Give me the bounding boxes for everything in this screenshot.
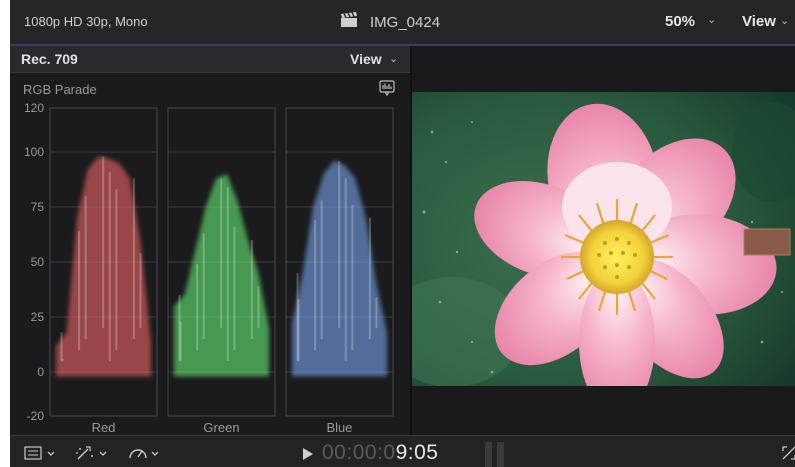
y-tick-label: 0 (37, 365, 44, 379)
format-label[interactable]: 1080p HD 30p, Mono (24, 14, 148, 29)
rgb-parade-chart: 120 100 75 50 25 0 -20 Red Green Blue (24, 101, 394, 435)
final-cut-viewer: 1080p HD 30p, Mono IMG_0424 50% ⌄ View ⌄… (10, 0, 795, 467)
viewer-canvas[interactable] (412, 46, 795, 435)
fullscreen-icon[interactable] (782, 446, 795, 465)
clip-title-group: IMG_0424 (340, 10, 440, 34)
timecode-value: 9:05 (395, 441, 439, 464)
clapperboard-icon (340, 11, 358, 33)
timecode-display[interactable]: 00:00:09:05 (322, 441, 438, 465)
clip-frame-image (412, 92, 795, 386)
video-scope-panel: Rec. 709 View ⌄ RGB Parade 120 100 75 50 25 0… (10, 46, 410, 435)
view-chevron-down-icon[interactable]: ⌄ (780, 14, 789, 27)
y-tick-label: 25 (31, 310, 45, 324)
y-tick-label: 50 (31, 255, 45, 269)
clip-name: IMG_0424 (370, 13, 441, 31)
speed-icon[interactable] (128, 445, 164, 466)
zoom-chevron-down-icon[interactable]: ⌄ (707, 13, 716, 26)
y-tick-label: 75 (31, 200, 45, 214)
viewer-view-menu[interactable]: View (742, 13, 776, 30)
channel-label-red: Red (92, 420, 116, 435)
transform-icon[interactable] (74, 445, 114, 466)
viewer-toolbar: 1080p HD 30p, Mono IMG_0424 50% ⌄ View ⌄ (10, 0, 795, 45)
channel-label-blue: Blue (326, 420, 352, 435)
y-tick-label: -20 (27, 409, 45, 423)
y-tick-label: 100 (24, 145, 44, 159)
timecode-leading: 00:00:0 (322, 441, 396, 464)
channel-label-green: Green (203, 420, 239, 435)
playback-bar: 00:00:09:05 (10, 435, 795, 467)
pause-icon[interactable] (484, 442, 506, 467)
y-tick-label: 120 (24, 101, 44, 115)
viewer-layout-icon[interactable] (24, 445, 60, 466)
zoom-level[interactable]: 50% (665, 13, 695, 30)
play-icon[interactable] (302, 447, 314, 465)
